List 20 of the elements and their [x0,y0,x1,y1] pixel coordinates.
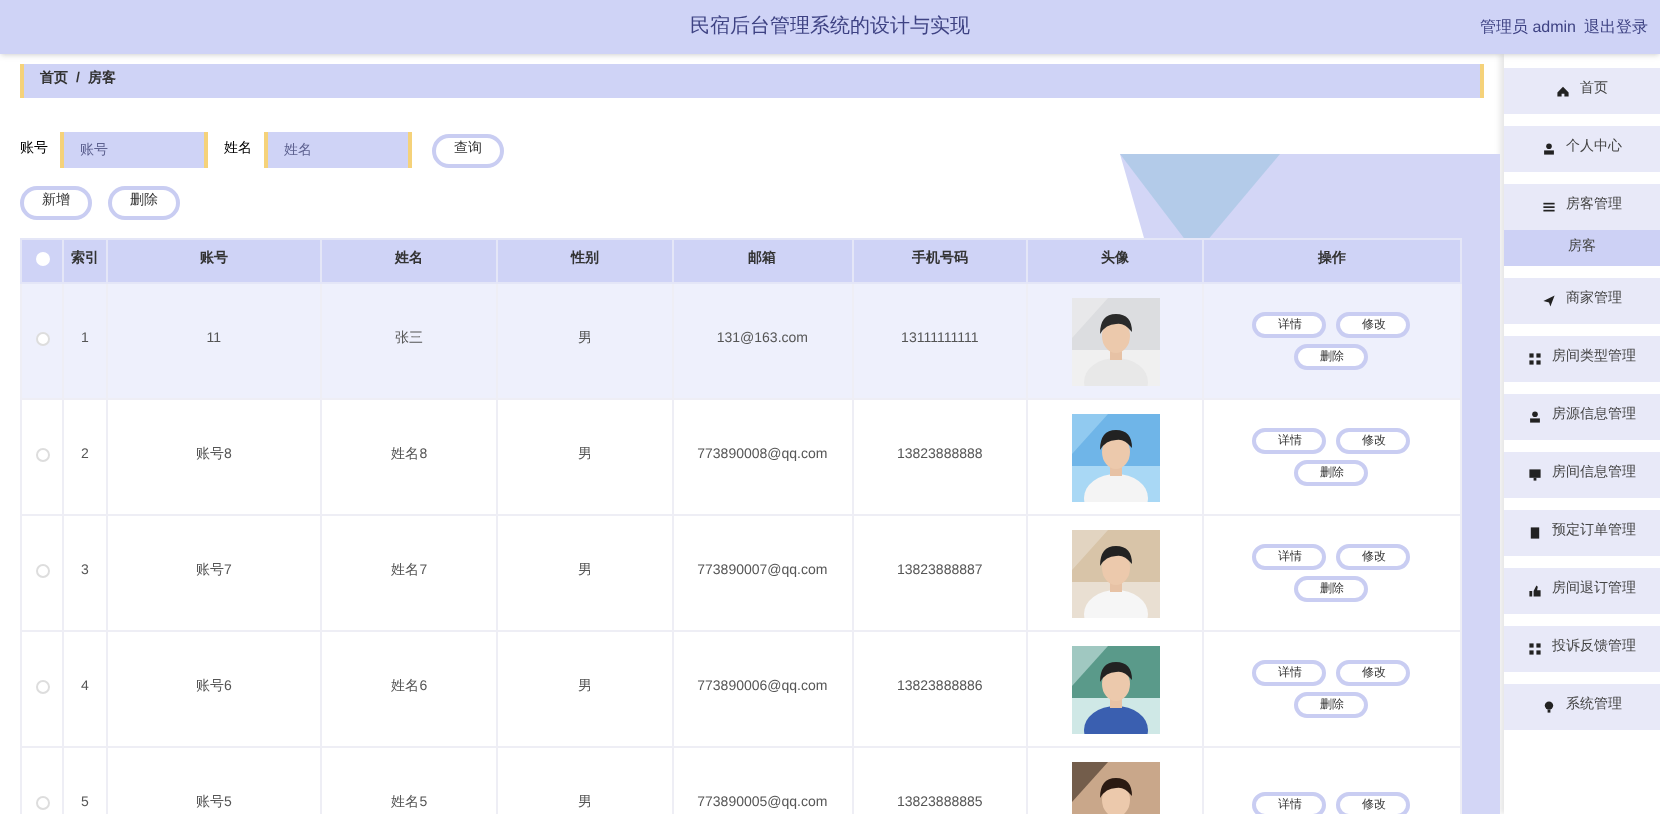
checkbox[interactable] [35,679,50,694]
bulb-icon [1542,700,1556,714]
monitor-icon [1528,468,1542,482]
checkbox[interactable] [35,251,50,266]
user-icon [1542,142,1556,156]
list-icon [1542,200,1556,214]
user-icon [1528,410,1542,424]
thumb-icon [1528,584,1542,598]
checkbox[interactable] [35,563,50,578]
checkbox[interactable] [35,795,50,810]
home-icon [1556,84,1570,98]
plane-icon [1542,294,1556,308]
logout-link[interactable]: 退出登录 [1584,15,1648,39]
user-name: 管理员 admin [1479,15,1576,39]
app-title: 民宿后台管理系统的设计与实现 [690,13,970,42]
checkbox[interactable] [35,331,50,346]
grid-icon [1528,352,1542,366]
grid-icon [1528,642,1542,656]
checkbox[interactable] [35,447,50,462]
doc-icon [1528,526,1542,540]
